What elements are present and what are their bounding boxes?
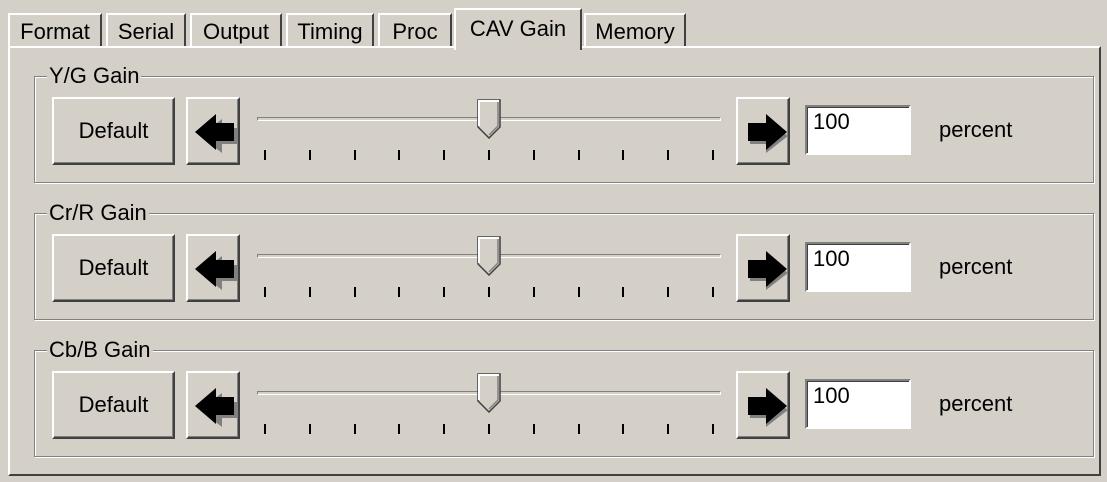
default-button[interactable]: Default xyxy=(52,371,175,439)
slider-tick xyxy=(398,150,401,160)
decrease-button[interactable] xyxy=(186,234,240,302)
tab-timing[interactable]: Timing xyxy=(286,13,374,46)
tab-memory[interactable]: Memory xyxy=(584,13,686,46)
group-label: Y/G Gain xyxy=(47,63,142,89)
slider-tick xyxy=(532,424,535,434)
slider-tick xyxy=(622,424,625,434)
left-arrow-icon xyxy=(195,114,238,153)
slider-tick xyxy=(443,424,446,434)
slider-tick xyxy=(353,287,356,297)
slider-tick xyxy=(712,150,714,160)
default-button[interactable]: Default xyxy=(52,97,175,165)
left-arrow-icon xyxy=(195,388,238,427)
slider-tick xyxy=(398,424,401,434)
cbb-gain-group: Cb/B Gain Default 100 percent xyxy=(34,337,1094,457)
group-label: Cr/R Gain xyxy=(47,200,149,226)
slider-thumb[interactable] xyxy=(477,236,501,276)
slider-tick xyxy=(577,287,580,297)
decrease-button[interactable] xyxy=(186,371,240,439)
slider-tick xyxy=(667,424,670,434)
tab-strip: Format Serial Output Timing Proc CAV Gai… xyxy=(8,8,1107,50)
slider-tick xyxy=(488,424,490,434)
left-arrow-icon xyxy=(195,251,238,290)
slider-tick xyxy=(264,150,266,160)
slider-tick xyxy=(308,424,311,434)
slider-tick xyxy=(532,287,535,297)
tab-format[interactable]: Format xyxy=(8,13,102,46)
unit-label: percent xyxy=(939,391,1013,416)
slider-tick xyxy=(353,150,356,160)
tab-panel-cav-gain: Y/G Gain Default 100 percent Cr/R Gain D… xyxy=(8,46,1101,476)
increase-button[interactable] xyxy=(736,371,790,439)
slider-tick xyxy=(264,287,266,297)
crr-gain-group: Cr/R Gain Default 100 percent xyxy=(34,200,1094,320)
unit-label: percent xyxy=(939,117,1013,142)
increase-button[interactable] xyxy=(736,97,790,165)
slider-tick xyxy=(264,424,266,434)
right-arrow-icon xyxy=(748,251,788,290)
gain-value-input[interactable]: 100 xyxy=(805,242,911,292)
slider-thumb[interactable] xyxy=(477,99,501,139)
slider-tick xyxy=(667,150,670,160)
slider-tick xyxy=(443,150,446,160)
slider-tick xyxy=(577,424,580,434)
tab-proc[interactable]: Proc xyxy=(378,13,452,46)
increase-button[interactable] xyxy=(736,234,790,302)
slider-thumb[interactable] xyxy=(477,373,501,413)
slider-tick xyxy=(532,150,535,160)
slider-tick xyxy=(577,150,580,160)
slider-tick xyxy=(308,287,311,297)
tab-cav-gain[interactable]: CAV Gain xyxy=(454,8,582,50)
slider-tick xyxy=(488,287,490,297)
tab-output[interactable]: Output xyxy=(190,13,282,46)
tab-serial[interactable]: Serial xyxy=(106,13,186,46)
slider-tick xyxy=(622,287,625,297)
slider-tick xyxy=(712,424,714,434)
yg-gain-group: Y/G Gain Default 100 percent xyxy=(34,63,1094,183)
slider-tick xyxy=(443,287,446,297)
slider-tick xyxy=(622,150,625,160)
slider-tick xyxy=(667,287,670,297)
unit-label: percent xyxy=(939,254,1013,279)
slider-tick xyxy=(712,287,714,297)
decrease-button[interactable] xyxy=(186,97,240,165)
slider-tick xyxy=(398,287,401,297)
slider-tick xyxy=(308,150,311,160)
right-arrow-icon xyxy=(748,114,788,153)
slider-tick xyxy=(488,150,490,160)
default-button[interactable]: Default xyxy=(52,234,175,302)
gain-value-input[interactable]: 100 xyxy=(805,105,911,155)
right-arrow-icon xyxy=(748,388,788,427)
group-label: Cb/B Gain xyxy=(47,337,153,363)
slider-tick xyxy=(353,424,356,434)
gain-value-input[interactable]: 100 xyxy=(805,379,911,429)
